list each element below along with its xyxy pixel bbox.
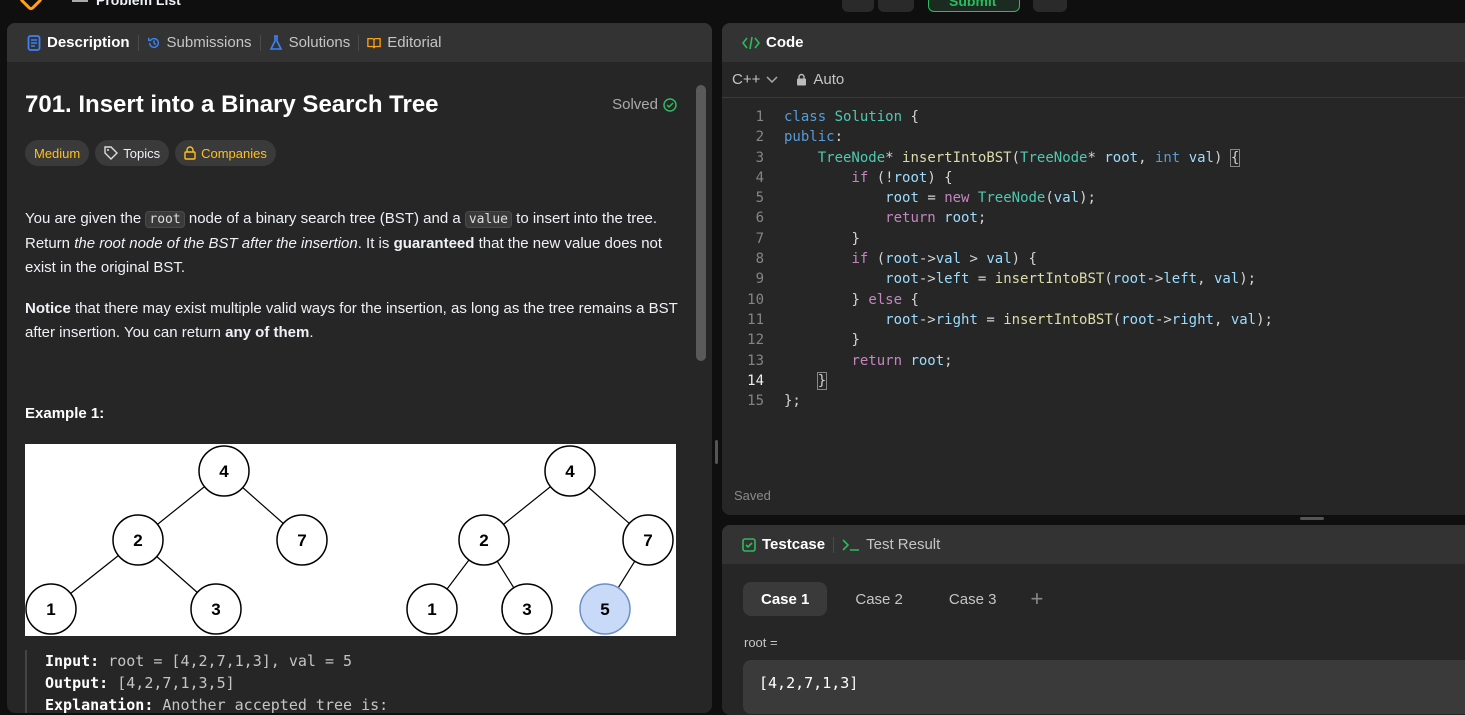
tree-node: 2 bbox=[479, 531, 488, 550]
history-icon bbox=[147, 37, 159, 48]
tree-node: 4 bbox=[565, 462, 575, 481]
case-tab-3[interactable]: Case 3 bbox=[931, 582, 1015, 616]
auto-mode[interactable]: Auto bbox=[796, 71, 844, 88]
terminal-icon bbox=[842, 538, 860, 551]
example-title: Example 1: bbox=[25, 405, 105, 422]
lock-icon bbox=[184, 146, 196, 160]
divider bbox=[722, 97, 1465, 98]
page-title: 701. Insert into a Binary Search Tree bbox=[25, 91, 439, 118]
code-tab-bar: Code bbox=[722, 23, 1465, 62]
test-tab-bar: Testcase Test Result bbox=[722, 525, 1465, 564]
tree-node: 1 bbox=[427, 600, 436, 619]
language-bar: C++ Auto bbox=[732, 71, 844, 88]
description-icon bbox=[27, 34, 41, 51]
code-icon bbox=[742, 36, 760, 49]
tree-node: 3 bbox=[522, 600, 531, 619]
chevron-down-icon[interactable] bbox=[766, 75, 778, 84]
code-panel: Code C++ Auto 1 class Solution { 2 public:… bbox=[722, 23, 1465, 515]
tree-node: 4 bbox=[219, 462, 229, 481]
left-tab-bar: Description Submissions Solutions Editor… bbox=[7, 23, 712, 62]
debug-button[interactable] bbox=[842, 0, 874, 12]
add-case-icon[interactable]: + bbox=[1030, 586, 1043, 612]
code-editor[interactable]: 1 class Solution { 2 public: 3 TreeNode* i… bbox=[722, 107, 1273, 411]
run-button[interactable] bbox=[878, 0, 914, 12]
lock-icon bbox=[797, 73, 807, 86]
checkbox-icon bbox=[742, 537, 756, 552]
tree-node-inserted: 5 bbox=[600, 600, 609, 619]
example-tree-image: 4 2 7 1 3 4 2 7 1 3 5 bbox=[25, 444, 676, 636]
top-bar: Problem List Submit bbox=[0, 0, 1465, 16]
tab-solutions[interactable]: Solutions bbox=[261, 34, 359, 51]
tab-testcase[interactable]: Testcase bbox=[734, 536, 833, 553]
problem-list-button[interactable]: Problem List bbox=[72, 0, 181, 8]
saved-status: Saved bbox=[734, 488, 771, 503]
tag-icon bbox=[104, 146, 119, 160]
tab-code[interactable]: Code bbox=[734, 34, 812, 51]
tab-description[interactable]: Description bbox=[19, 34, 138, 51]
language-select[interactable]: C++ bbox=[732, 71, 760, 88]
case-tabs: Case 1 Case 2 Case 3 + bbox=[743, 582, 1043, 616]
vertical-resize-handle[interactable] bbox=[715, 440, 718, 464]
tab-test-result[interactable]: Test Result bbox=[834, 536, 948, 553]
horizontal-resize-handle[interactable] bbox=[1300, 517, 1324, 520]
tab-editorial[interactable]: Editorial bbox=[359, 34, 449, 51]
check-circle-icon bbox=[663, 97, 677, 112]
example-block: Input: root = [4,2,7,1,3], val = 5 Outpu… bbox=[25, 650, 388, 713]
tree-node: 2 bbox=[133, 531, 142, 550]
root-label: root = bbox=[744, 635, 778, 650]
topics-chip[interactable]: Topics bbox=[95, 140, 170, 166]
scrollbar[interactable] bbox=[696, 85, 706, 361]
solved-status: Solved bbox=[612, 96, 677, 113]
menu-icon bbox=[72, 0, 88, 3]
tree-node: 7 bbox=[297, 531, 306, 550]
tag-chips: Medium Topics Companies bbox=[25, 140, 276, 166]
flask-icon bbox=[269, 34, 282, 50]
leetcode-logo[interactable] bbox=[18, 0, 44, 12]
notes-button[interactable] bbox=[1033, 0, 1067, 12]
book-icon bbox=[367, 37, 382, 48]
tree-node: 1 bbox=[46, 600, 55, 619]
tree-node: 7 bbox=[643, 531, 652, 550]
root-input[interactable]: [4,2,7,1,3] bbox=[743, 660, 1465, 714]
testcase-panel: Testcase Test Result Case 1 Case 2 Case … bbox=[722, 525, 1465, 715]
tab-submissions[interactable]: Submissions bbox=[139, 34, 260, 51]
description-paragraph: You are given the root node of a binary … bbox=[25, 210, 663, 276]
companies-chip[interactable]: Companies bbox=[175, 140, 276, 166]
case-tab-1[interactable]: Case 1 bbox=[743, 582, 828, 616]
description-panel: Description Submissions Solutions Editor… bbox=[7, 23, 712, 713]
submit-button[interactable]: Submit bbox=[928, 0, 1020, 12]
difficulty-badge[interactable]: Medium bbox=[25, 140, 90, 166]
tree-node: 3 bbox=[211, 600, 220, 619]
case-tab-2[interactable]: Case 2 bbox=[837, 582, 921, 616]
notice-paragraph: Notice that there may exist multiple val… bbox=[25, 300, 678, 341]
